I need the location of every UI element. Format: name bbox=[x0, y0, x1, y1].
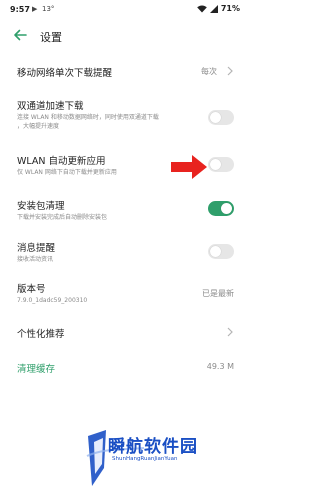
row-value: 每次 bbox=[201, 67, 217, 76]
row-package-cleanup: 安装包清理 下载并安装完成后自动删除安装包 bbox=[0, 193, 250, 227]
row-title: WLAN 自动更新应用 bbox=[17, 156, 106, 167]
row-title: 版本号 bbox=[17, 284, 46, 295]
row-clear-cache[interactable]: 清理缓存 49.3 M bbox=[0, 356, 250, 382]
row-title: 移动网络单次下载提醒 bbox=[17, 68, 113, 79]
signal-icon bbox=[209, 4, 218, 13]
header: 设置 bbox=[0, 20, 250, 52]
dual-channel-toggle[interactable] bbox=[208, 110, 234, 125]
row-subtitle: 下载并安装完成后自动删除安装包 bbox=[17, 214, 108, 221]
toggle-knob bbox=[210, 159, 221, 170]
row-dual-channel-download: 双通道加速下载 连接 WLAN 和移动数据网络时，同时使用双通道下载 ，大幅提升… bbox=[0, 92, 250, 136]
message-reminder-toggle[interactable] bbox=[208, 244, 234, 259]
package-cleanup-toggle[interactable] bbox=[208, 201, 234, 216]
version-status: 已是最新 bbox=[202, 289, 234, 298]
status-bar: 9:57 ▶ 13° 71% bbox=[0, 0, 250, 20]
row-title: 双通道加速下载 bbox=[17, 101, 84, 112]
cache-size: 49.3 M bbox=[206, 362, 234, 371]
chevron-right-icon bbox=[227, 327, 233, 337]
row-version[interactable]: 版本号 7.9.0_1dadc59_200310 已是最新 bbox=[0, 276, 250, 310]
version-number: 7.9.0_1dadc59_200310 bbox=[17, 297, 88, 304]
row-message-reminder: 消息提醒 接收活动资讯 bbox=[0, 235, 250, 269]
row-subtitle: 连接 WLAN 和移动数据网络时，同时使用双通道下载 bbox=[17, 114, 159, 121]
red-arrow-annotation bbox=[171, 155, 207, 179]
row-subtitle-line2: ，大幅提升速度 bbox=[17, 123, 60, 130]
row-title: 个性化推荐 bbox=[17, 329, 65, 340]
wifi-icon bbox=[197, 4, 207, 12]
row-wlan-auto-update: WLAN 自动更新应用 仅 WLAN 网络下自动下载并更新应用 bbox=[0, 147, 250, 183]
row-personalized-recommendation[interactable]: 个性化推荐 bbox=[0, 318, 250, 346]
watermark-text: 瞬航软件园 bbox=[108, 437, 198, 457]
temperature-indicator: 13° bbox=[42, 5, 55, 13]
status-right: 71% bbox=[197, 4, 240, 13]
row-title: 安装包清理 bbox=[17, 201, 65, 212]
row-subtitle: 接收活动资讯 bbox=[17, 256, 54, 263]
wlan-auto-update-toggle[interactable] bbox=[208, 157, 234, 172]
media-play-indicator: ▶ bbox=[32, 5, 38, 13]
page-title: 设置 bbox=[40, 31, 62, 44]
watermark-url: ShunHangRuanJianYuan bbox=[112, 456, 178, 462]
status-time: 9:57 bbox=[10, 5, 30, 14]
back-arrow-icon[interactable] bbox=[13, 28, 27, 42]
toggle-knob bbox=[210, 112, 221, 123]
chevron-right-icon bbox=[227, 66, 233, 76]
toggle-knob bbox=[210, 246, 221, 257]
clear-cache-label: 清理缓存 bbox=[17, 364, 56, 375]
row-title: 消息提醒 bbox=[17, 243, 56, 254]
toggle-knob bbox=[221, 203, 232, 214]
row-subtitle: 仅 WLAN 网络下自动下载并更新应用 bbox=[17, 169, 117, 176]
row-mobile-download-reminder[interactable]: 移动网络单次下载提醒 每次 bbox=[0, 55, 250, 85]
battery-percent: 71% bbox=[220, 4, 240, 13]
